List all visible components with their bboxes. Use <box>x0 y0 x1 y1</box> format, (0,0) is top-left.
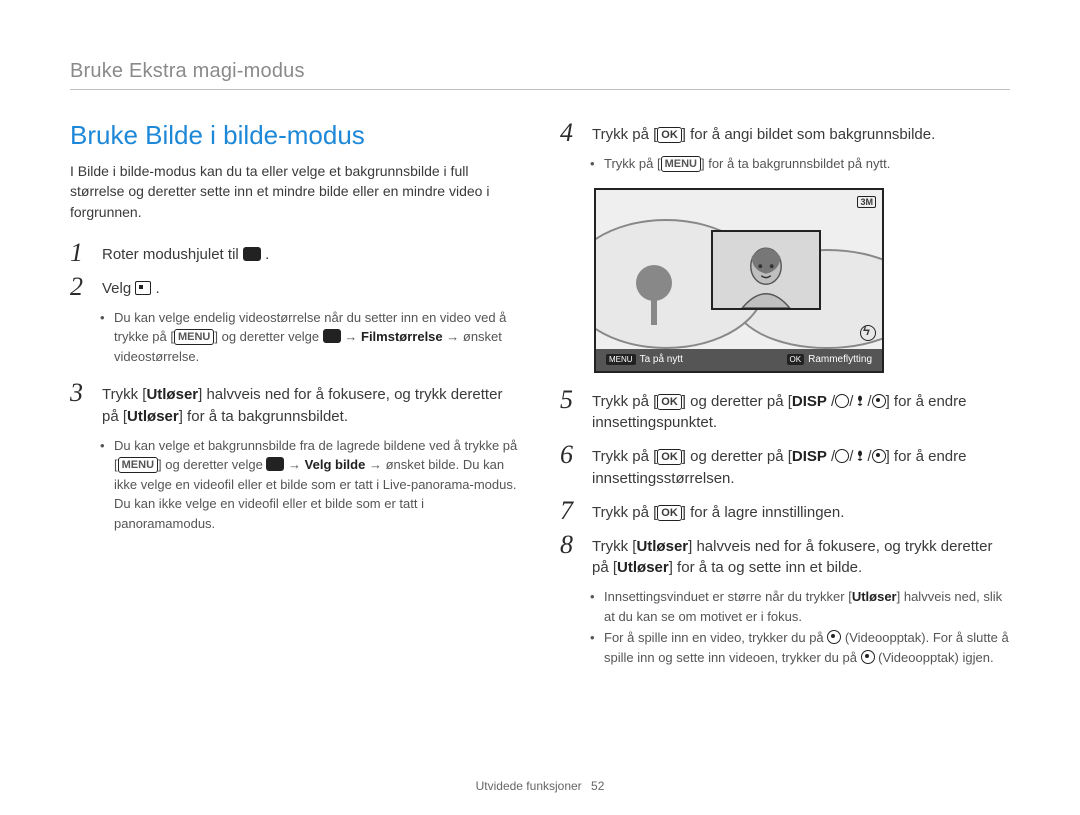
shutter-label: Utløser <box>852 589 897 604</box>
step-number: 2 <box>70 274 92 300</box>
step-number: 4 <box>560 120 582 146</box>
list-item: Du kan velge endelig videostørrelse når … <box>104 308 520 367</box>
step-1: 1 Roter modushjulet til . <box>70 240 520 266</box>
macro-icon <box>853 394 867 408</box>
lcd-right-action: OKRammeflytting <box>787 354 872 365</box>
pip-mode-icon <box>135 281 151 295</box>
step-6: 6 Trykk på [OK] og deretter på [DISP ///… <box>560 442 1010 490</box>
disp-label: DISP <box>792 448 827 465</box>
section-title: Bruke Bilde i bilde-modus <box>70 120 520 151</box>
breadcrumb: Bruke Ekstra magi-modus <box>70 60 305 82</box>
step-8: 8 Trykk [Utløser] halvveis ned for å fok… <box>560 532 1010 580</box>
shutter-label: Utløser <box>636 538 688 555</box>
step-number: 6 <box>560 442 582 468</box>
video-icon <box>323 329 341 343</box>
step-body: Trykk på [OK] og deretter på [DISP ///] … <box>592 387 1010 435</box>
left-column: Bruke Bilde i bilde-modus I Bilde i bild… <box>70 120 520 681</box>
list-item: Du kan velge et bakgrunnsbilde fra de la… <box>104 436 520 534</box>
intro-text: I Bilde i bilde-modus kan du ta eller ve… <box>70 161 520 222</box>
step-body: Trykk [Utløser] halvveis ned for å fokus… <box>592 532 1010 580</box>
menu-button-label: MENU <box>661 156 701 172</box>
menu-button-label: MENU <box>174 329 214 345</box>
lcd-bottom-bar: MENUTa på nytt OKRammeflytting <box>596 349 882 371</box>
step-8-notes: Innsettingsvinduet er større når du tryk… <box>594 587 1010 667</box>
shutter-label: Utløser <box>617 559 669 576</box>
ok-tag: OK <box>787 354 805 365</box>
mode-dial-icon <box>243 247 261 261</box>
disp-label: DISP <box>792 393 827 410</box>
nav-icon <box>872 449 886 463</box>
step-body: Trykk på [OK] for å lagre innstillingen. <box>592 498 844 524</box>
nav-icon <box>872 394 886 408</box>
camera-icon <box>266 457 284 471</box>
step-3-notes: Du kan velge et bakgrunnsbilde fra de la… <box>104 436 520 534</box>
step-body: Trykk på [OK] for å angi bildet som bakg… <box>592 120 935 146</box>
content-columns: Bruke Bilde i bilde-modus I Bilde i bild… <box>70 120 1010 681</box>
ok-button-label: OK <box>657 505 682 521</box>
step-body: Trykk [Utløser] halvveis ned for å fokus… <box>102 380 520 428</box>
step-7: 7 Trykk på [OK] for å lagre innstillinge… <box>560 498 1010 524</box>
lcd-left-action: MENUTa på nytt <box>606 354 683 365</box>
macro-icon <box>853 449 867 463</box>
ok-button-label: OK <box>657 449 682 465</box>
pip-inset-frame <box>711 230 821 310</box>
menu-tag: MENU <box>606 354 636 365</box>
page-footer: Utvidede funksjoner 52 <box>0 779 1080 793</box>
page-header: Bruke Ekstra magi-modus <box>70 60 1010 90</box>
bold-label: Velg bilde <box>305 457 366 472</box>
step-number: 3 <box>70 380 92 406</box>
step-number: 5 <box>560 387 582 413</box>
step-5: 5 Trykk på [OK] og deretter på [DISP ///… <box>560 387 1010 435</box>
person-illustration <box>713 232 819 308</box>
tree-shape <box>636 265 672 301</box>
record-icon <box>861 650 875 664</box>
bold-label: Filmstørrelse <box>361 329 443 344</box>
shutter-label: Utløser <box>127 408 179 425</box>
step-2-notes: Du kan velge endelig videostørrelse når … <box>104 308 520 367</box>
right-column: 4 Trykk på [OK] for å angi bildet som ba… <box>560 120 1010 681</box>
shutter-label: Utløser <box>146 386 198 403</box>
step-2: 2 Velg . <box>70 274 520 300</box>
step-body: Velg . <box>102 274 160 300</box>
list-item: Trykk på [MENU] for å ta bakgrunnsbildet… <box>594 154 1010 174</box>
step-body: Roter modushjulet til . <box>102 240 269 266</box>
ok-button-label: OK <box>657 394 682 410</box>
step-number: 8 <box>560 532 582 558</box>
step-number: 1 <box>70 240 92 266</box>
footer-section: Utvidede funksjoner <box>476 779 582 793</box>
step-body: Trykk på [OK] og deretter på [DISP ///] … <box>592 442 1010 490</box>
step-4: 4 Trykk på [OK] for å angi bildet som ba… <box>560 120 1010 146</box>
page-number: 52 <box>591 779 604 793</box>
quality-badge: 3M <box>857 196 876 208</box>
step-3: 3 Trykk [Utløser] halvveis ned for å fok… <box>70 380 520 428</box>
ok-button-label: OK <box>657 127 682 143</box>
record-icon <box>827 630 841 644</box>
list-item: For å spille inn en video, trykker du på… <box>594 628 1010 667</box>
menu-button-label: MENU <box>118 457 158 473</box>
lcd-illustration: 3M MENUTa på nytt <box>594 188 884 373</box>
lcd-frame: 3M MENUTa på nytt <box>594 188 884 373</box>
timer-icon <box>835 394 849 408</box>
step-number: 7 <box>560 498 582 524</box>
list-item: Innsettingsvinduet er større når du tryk… <box>594 587 1010 626</box>
flash-icon <box>860 325 876 341</box>
step-4-notes: Trykk på [MENU] for å ta bakgrunnsbildet… <box>594 154 1010 174</box>
timer-icon <box>835 449 849 463</box>
